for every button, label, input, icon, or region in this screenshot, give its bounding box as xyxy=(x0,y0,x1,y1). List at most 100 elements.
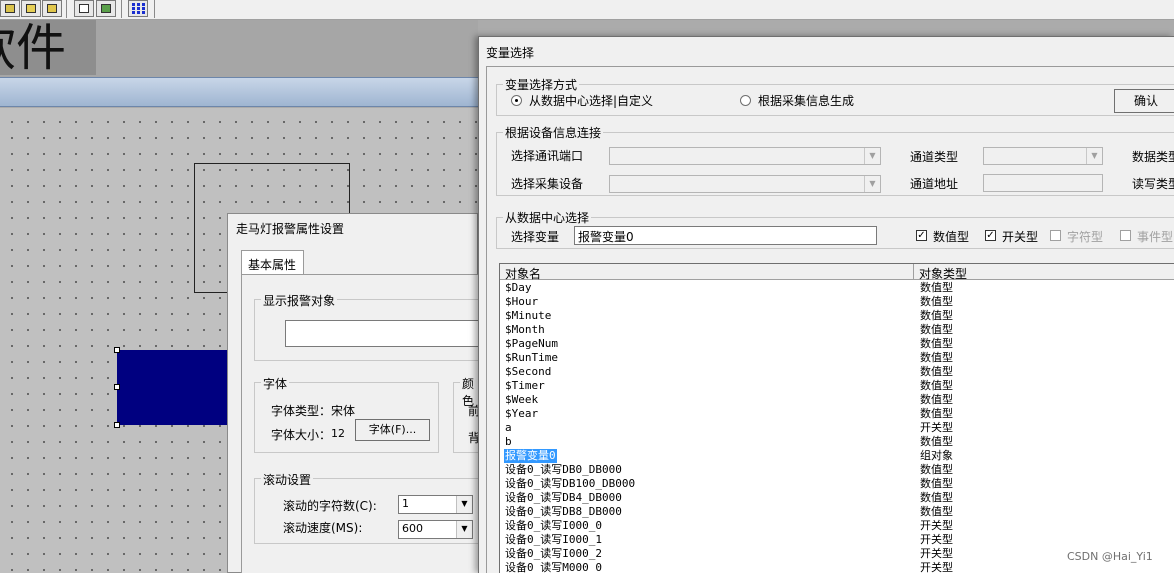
chevron-down-icon: ▼ xyxy=(864,176,880,192)
object-name-cell: $RunTime xyxy=(505,351,558,364)
font-type-value: 宋体 xyxy=(331,404,356,418)
chevron-down-icon[interactable]: ▼ xyxy=(456,496,472,513)
filter-event-label[interactable]: 事件型 xyxy=(1137,228,1173,245)
object-name-cell: 设备0_读写DB100_DB000 xyxy=(505,477,636,490)
group-label: 根据设备信息连接 xyxy=(503,124,604,141)
scroll-chars-select[interactable]: 1 ▼ xyxy=(398,495,473,514)
marquee-alarm-dialog: 走马灯报警属性设置 基本属性 显示报警对象 字体 字体类型： 宋体 字体大小： … xyxy=(227,213,481,573)
list-item[interactable]: $Month 数值型 xyxy=(500,323,1174,337)
marquee-object[interactable] xyxy=(117,350,229,425)
variable-list[interactable]: 对象名 对象类型 $Day 数值型 $Hour 数值型 $Minute 数值型 $Month… xyxy=(499,263,1174,573)
channel-address-input[interactable] xyxy=(983,174,1103,192)
scroll-speed-label: 滚动速度(MS): xyxy=(283,521,363,535)
filter-string-label[interactable]: 字符型 xyxy=(1067,228,1103,245)
object-type-cell: 开关型 xyxy=(920,421,953,434)
list-item[interactable]: 设备0_读写DB8_DB000 数值型 xyxy=(500,505,1174,519)
column-header-name[interactable]: 对象名 xyxy=(500,264,914,281)
font-button[interactable]: 字体(F)... xyxy=(355,419,430,441)
list-item[interactable]: $Week 数值型 xyxy=(500,393,1174,407)
object-type-cell: 数值型 xyxy=(920,477,953,490)
object-type-cell: 数值型 xyxy=(920,435,953,448)
radio-datacenter[interactable] xyxy=(511,95,522,106)
list-item[interactable]: 设备0_读写DB0_DB000 数值型 xyxy=(500,463,1174,477)
select-variable-input[interactable]: 报警变量0 xyxy=(574,226,877,245)
column-header-type[interactable]: 对象类型 xyxy=(914,264,1174,281)
filter-numeric-checkbox[interactable]: ✓ xyxy=(916,230,927,241)
object-type-cell: 数值型 xyxy=(920,491,953,504)
channel-type-select[interactable]: ▼ xyxy=(983,147,1103,165)
brush-icon[interactable] xyxy=(96,0,116,17)
object-name-cell: 报警变量0 xyxy=(504,449,557,463)
group-icon[interactable] xyxy=(21,0,41,17)
dialog-body: 变量选择方式 从数据中心选择|自定义 根据采集信息生成 确认 根据设备信息连接 … xyxy=(486,66,1174,573)
align-icon[interactable] xyxy=(0,0,20,17)
list-item[interactable]: 设备0_读写DB4_DB000 数值型 xyxy=(500,491,1174,505)
list-item[interactable]: 设备0_读写DB100_DB000 数值型 xyxy=(500,477,1174,491)
resize-handle[interactable] xyxy=(114,422,120,428)
rw-type-label: 读写类型 xyxy=(1132,177,1174,191)
filter-switch-label[interactable]: 开关型 xyxy=(1002,228,1038,245)
chevron-down-icon[interactable]: ▼ xyxy=(456,521,472,538)
display-object-input[interactable] xyxy=(285,320,481,347)
object-name-cell: 设备0_读写I000_0 xyxy=(505,519,602,532)
channel-type-label: 通道类型 xyxy=(910,150,959,164)
radio-collection-info[interactable] xyxy=(740,95,751,106)
filter-event-checkbox[interactable] xyxy=(1120,230,1131,241)
scroll-settings-group: 滚动设置 滚动的字符数(C): 1 ▼ 滚动速度(MS): 600 ▼ xyxy=(254,471,480,544)
grid-icon[interactable] xyxy=(128,0,148,17)
object-type-cell: 数值型 xyxy=(920,337,953,350)
object-type-cell: 数值型 xyxy=(920,365,953,378)
scroll-chars-label: 滚动的字符数(C): xyxy=(283,499,377,513)
list-item[interactable]: $Minute 数值型 xyxy=(500,309,1174,323)
object-name-cell: 设备0_读写DB8_DB000 xyxy=(505,505,622,518)
port-select[interactable]: ▼ xyxy=(609,147,881,165)
radio-datacenter-label[interactable]: 从数据中心选择|自定义 xyxy=(529,92,653,109)
object-name-cell: $Month xyxy=(505,323,545,336)
object-type-cell: 组对象 xyxy=(920,449,953,462)
list-item[interactable]: 报警变量0 组对象 xyxy=(500,449,1174,463)
resize-handle[interactable] xyxy=(114,347,120,353)
dialog-title: 变量选择 xyxy=(486,46,535,60)
list-item[interactable]: $Second 数值型 xyxy=(500,365,1174,379)
display-object-group: 显示报警对象 xyxy=(254,292,481,361)
tab-basic-properties[interactable]: 基本属性 xyxy=(241,250,304,275)
device-info-group: 根据设备信息连接 选择通讯端口 ▼ 选择采集设备 ▼ 通道类型 ▼ 通道地址 数… xyxy=(496,124,1174,196)
chevron-down-icon: ▼ xyxy=(1086,148,1102,164)
color-group: 颜色 前 背 xyxy=(453,375,480,453)
object-name-cell: 设备0_读写I000_1 xyxy=(505,533,602,546)
ungroup-icon[interactable] xyxy=(42,0,62,17)
object-type-cell: 开关型 xyxy=(920,561,953,573)
filter-switch-checkbox[interactable]: ✓ xyxy=(985,230,996,241)
radio-collection-info-label[interactable]: 根据采集信息生成 xyxy=(758,92,854,109)
object-name-cell: $Minute xyxy=(505,309,552,322)
object-name-cell: $Timer xyxy=(505,379,545,392)
object-name-cell: $Day xyxy=(505,281,532,294)
object-name-cell: $Year xyxy=(505,407,539,420)
list-item[interactable]: 设备0_读写I000_1 开关型 xyxy=(500,533,1174,547)
data-type-label: 数据类型 xyxy=(1132,150,1174,164)
resize-handle[interactable] xyxy=(114,384,120,390)
select-variable-value: 报警变量0 xyxy=(578,230,634,244)
scroll-speed-select[interactable]: 600 ▼ xyxy=(398,520,473,539)
list-item[interactable]: $RunTime 数值型 xyxy=(500,351,1174,365)
list-item[interactable]: $Timer 数值型 xyxy=(500,379,1174,393)
font-size-value: 12 xyxy=(331,427,345,440)
filter-string-checkbox[interactable] xyxy=(1050,230,1061,241)
list-item[interactable]: $Hour 数值型 xyxy=(500,295,1174,309)
lock-icon[interactable] xyxy=(74,0,94,17)
filter-numeric-label[interactable]: 数值型 xyxy=(933,228,969,245)
list-item[interactable]: $PageNum 数值型 xyxy=(500,337,1174,351)
list-item[interactable]: a 开关型 xyxy=(500,421,1174,435)
list-item[interactable]: $Day 数值型 xyxy=(500,281,1174,295)
object-type-cell: 开关型 xyxy=(920,519,953,532)
list-item[interactable]: b 数值型 xyxy=(500,435,1174,449)
group-label: 从数据中心选择 xyxy=(503,209,592,226)
group-label: 字体 xyxy=(261,375,290,392)
font-size-label: 字体大小： xyxy=(271,428,332,442)
background-title: 软件 xyxy=(0,20,96,75)
confirm-button[interactable]: 确认 xyxy=(1114,89,1174,113)
list-item[interactable]: 设备0_读写I000_0 开关型 xyxy=(500,519,1174,533)
device-select[interactable]: ▼ xyxy=(609,175,881,193)
object-type-cell: 开关型 xyxy=(920,533,953,546)
list-item[interactable]: $Year 数值型 xyxy=(500,407,1174,421)
